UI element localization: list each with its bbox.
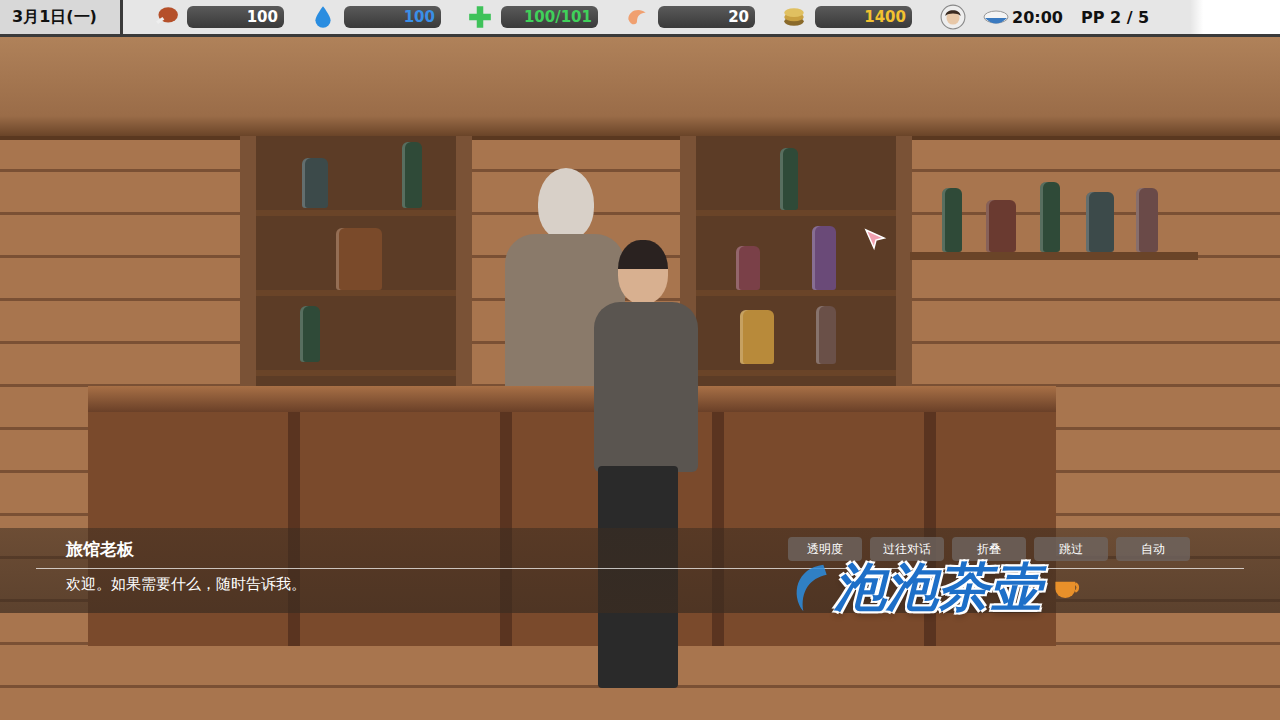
bottle (302, 158, 328, 208)
clock-time: 20:00 (1012, 8, 1063, 27)
bottle (402, 142, 422, 208)
bottle (986, 200, 1016, 252)
status-bar: 3月1日(一) 100 100 100/101 20 1400 20:00 PP 2 / 5 (0, 0, 1280, 37)
wall-shelf (910, 252, 1198, 260)
ceiling-beam (0, 36, 1280, 140)
bottle (740, 310, 774, 364)
dialogue-button[interactable]: 自动 (1116, 537, 1190, 561)
bottle (812, 226, 836, 290)
bottle (300, 306, 320, 362)
player-figure (576, 240, 706, 700)
dialogue-button[interactable]: 跳过 (1034, 537, 1108, 561)
action-points: PP 2 / 5 (1081, 8, 1149, 27)
stat-item: 100/101 (467, 4, 598, 30)
logo-watermark: 泡泡茶壶 (790, 548, 1086, 628)
stats-row: 100 100 100/101 20 1400 (153, 4, 912, 30)
speaker-name: 旅馆老板 (36, 538, 134, 561)
bottle (736, 246, 760, 290)
stat-value: 1400 (815, 6, 912, 28)
bottle (816, 306, 836, 364)
stat-item: 100 (153, 4, 284, 30)
wave-icon (790, 548, 830, 628)
dialogue-box[interactable]: 旅馆老板透明度过往对话折叠跳过自动欢迎。如果需要什么，随时告诉我。 (0, 528, 1280, 613)
character-avatar-icon[interactable] (940, 4, 966, 30)
bottle (336, 228, 382, 290)
stat-item: 1400 (781, 4, 912, 30)
health-cross-icon (467, 4, 493, 30)
meat-icon (153, 4, 179, 30)
bottle (780, 148, 798, 210)
stat-value: 20 (658, 6, 755, 28)
stat-item: 20 (624, 4, 755, 30)
coins-icon (781, 4, 807, 30)
rice-bowl-icon (982, 7, 1010, 27)
bottle (1136, 188, 1158, 252)
heart-cursor-icon (864, 228, 888, 256)
teacup-icon (1050, 574, 1086, 602)
water-drop-icon (310, 4, 336, 30)
stat-value: 100/101 (501, 6, 598, 28)
bottle (1040, 182, 1060, 252)
stat-item: 100 (310, 4, 441, 30)
date-label: 3月1日(一) (0, 0, 123, 34)
divider (36, 568, 1244, 569)
game-screen: 3月1日(一) 100 100 100/101 20 1400 20:00 PP 2 / 5 旅… (0, 0, 1280, 720)
stamina-icon (624, 4, 650, 30)
bottle (942, 188, 962, 252)
stat-value: 100 (187, 6, 284, 28)
bottle (1086, 192, 1114, 252)
stat-value: 100 (344, 6, 441, 28)
